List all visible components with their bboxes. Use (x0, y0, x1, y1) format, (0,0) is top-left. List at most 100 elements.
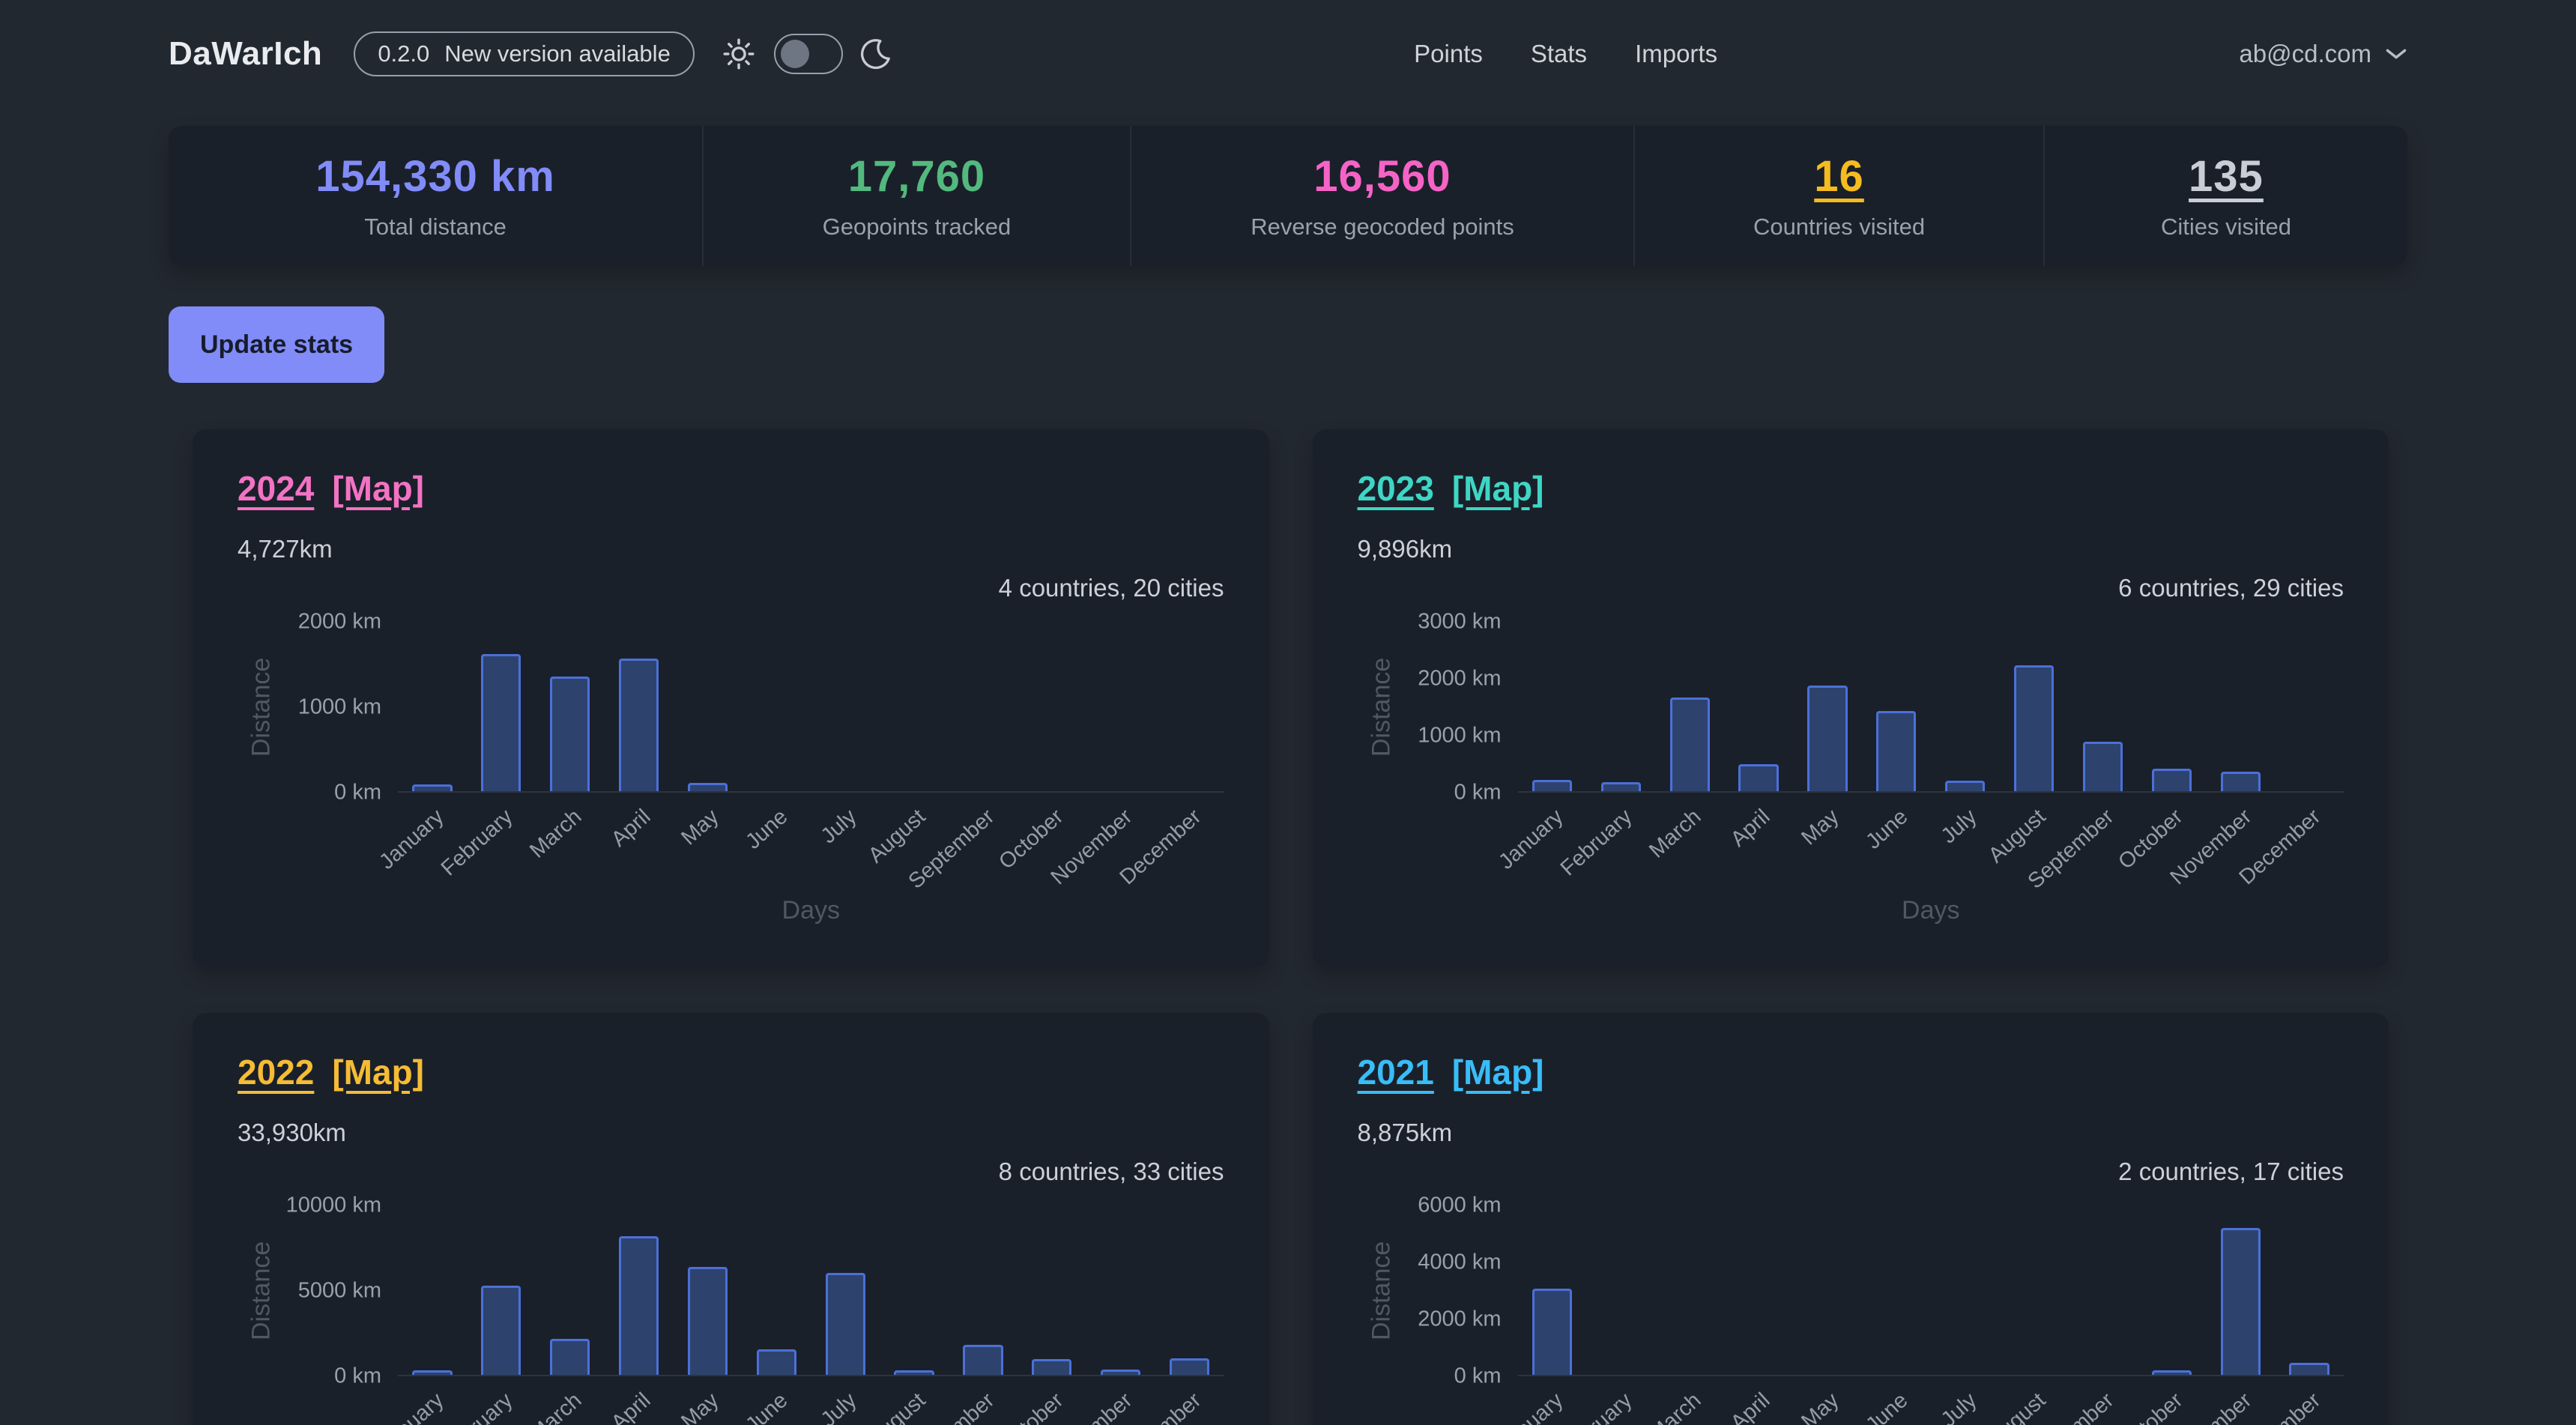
bar-slot (811, 1205, 880, 1375)
version-badge[interactable]: 0.2.0 New version available (354, 31, 695, 76)
distance-bar-chart-2024: Distance2000 km1000 km0 kmJanuaryFebruar… (238, 622, 1224, 925)
stat-label: Total distance (364, 214, 507, 240)
y-axis-title: Distance (1358, 1205, 1406, 1376)
x-tick-label: May (1797, 805, 1844, 850)
year-cards-grid: 2024 [Map] 4,727km 4 countries, 20 cities Di… (193, 429, 2389, 1425)
x-axis-ticks: JanuaryFebruaryMarchAprilMayJuneJulyAugu… (1518, 1376, 2344, 1425)
card-summary: 4 countries, 20 cities (238, 574, 1224, 602)
bar-slot (2000, 1205, 2069, 1375)
year-card-2024: 2024 [Map] 4,727km 4 countries, 20 cities Di… (193, 429, 1269, 967)
bar (619, 659, 659, 790)
x-axis-title: Days (398, 890, 1224, 925)
bar-slot (605, 622, 674, 791)
map-link-2021[interactable]: [Map] (1452, 1053, 1544, 1092)
x-axis-ticks: JanuaryFebruaryMarchAprilMayJuneJulyAugu… (398, 1376, 1224, 1425)
main-nav: Points Stats Imports (1414, 40, 1717, 68)
x-axis-ticks: JanuaryFebruaryMarchAprilMayJuneJulyAugu… (1518, 793, 2344, 890)
bar-slot (1655, 622, 1724, 791)
bar-slot (1155, 1205, 1224, 1375)
y-tick-label: 0 km (1454, 1364, 1502, 1388)
stat-value[interactable]: 135 (2189, 151, 2264, 202)
x-tick-label: August (864, 805, 931, 868)
bar-slot (1018, 1205, 1086, 1375)
app-logo[interactable]: DaWarIch (169, 35, 322, 73)
bar-slot (949, 622, 1018, 791)
y-axis-ticks: 2000 km1000 km0 km (285, 622, 398, 793)
nav-link-stats[interactable]: Stats (1531, 40, 1587, 68)
year-link-2024[interactable]: 2024 (238, 470, 314, 508)
bar (550, 677, 590, 791)
y-tick-label: 4000 km (1418, 1250, 1501, 1274)
bar-slot (742, 1205, 811, 1375)
card-distance: 9,896km (1358, 535, 2344, 563)
x-tick-label: February (437, 805, 518, 881)
x-tick-label: October (994, 1388, 1068, 1425)
theme-toggle-knob (781, 40, 809, 68)
chart-plot-area (398, 622, 1224, 793)
bar (1738, 764, 1778, 790)
map-link-2023[interactable]: [Map] (1452, 470, 1544, 508)
nav-link-imports[interactable]: Imports (1635, 40, 1717, 68)
bar-slot (1931, 1205, 2000, 1375)
distance-bar-chart-2022: Distance10000 km5000 km0 kmJanuaryFebrua… (238, 1205, 1224, 1425)
x-tick-label: August (1983, 1388, 2050, 1425)
update-stats-button[interactable]: Update stats (169, 306, 384, 383)
bar-slot (742, 622, 811, 791)
year-card-2021: 2021 [Map] 8,875km 2 countries, 17 cities Di… (1313, 1013, 2389, 1425)
bar-slot (1155, 622, 1224, 791)
y-tick-label: 0 km (334, 780, 381, 805)
bar (1601, 782, 1641, 791)
x-tick-label: April (1726, 1388, 1775, 1425)
chart-plot-area (1518, 622, 2344, 793)
map-link-2024[interactable]: [Map] (332, 470, 424, 508)
bar-slot (811, 622, 880, 791)
bar (1807, 686, 1847, 791)
bar-slot (467, 1205, 536, 1375)
card-heading: 2024 [Map] (238, 470, 1224, 508)
bar (2014, 665, 2054, 791)
bar-slot (605, 1205, 674, 1375)
bar-slot (1862, 622, 1931, 791)
bar (1170, 1358, 1209, 1374)
x-tick-label: July (1936, 805, 1981, 849)
x-tick-label: August (864, 1388, 931, 1425)
x-tick-label: June (742, 1388, 793, 1425)
top-nav: DaWarIch 0.2.0 New version available Poi… (0, 0, 2576, 87)
year-link-2023[interactable]: 2023 (1358, 470, 1434, 508)
bar (550, 1339, 590, 1374)
bar (619, 1236, 659, 1374)
bar-slot (1018, 622, 1086, 791)
bar (412, 784, 452, 791)
x-tick-label: May (677, 805, 725, 850)
year-card-2022: 2022[Map]33,930km8 countries, 33 citiesD… (193, 1013, 1269, 1425)
stat-cell-geopoints-tracked: 17,760Geopoints tracked (704, 126, 1131, 266)
x-tick-label: March (525, 805, 587, 863)
bar (1876, 711, 1916, 791)
card-distance: 8,875km (1358, 1119, 2344, 1147)
chevron-down-icon (2385, 46, 2407, 61)
chart-plot-area (398, 1205, 1224, 1376)
card-heading: 2021 [Map] (1358, 1053, 2344, 1092)
card-heading: 2022 [Map] (238, 1053, 1224, 1092)
map-link-2022[interactable]: [Map] (332, 1053, 424, 1092)
theme-toggle[interactable] (774, 34, 843, 74)
card-distance: 4,727km (238, 535, 1224, 563)
user-email: ab@cd.com (2239, 40, 2371, 68)
stat-label: Cities visited (2161, 214, 2291, 240)
user-menu[interactable]: ab@cd.com (2239, 40, 2407, 68)
stat-value: 154,330 km (315, 151, 555, 202)
card-summary: 2 countries, 17 cities (1358, 1158, 2344, 1186)
x-tick-label: October (2114, 1388, 2189, 1425)
stat-value[interactable]: 16 (1814, 151, 1864, 202)
x-tick-label: March (525, 1388, 587, 1425)
year-link-2021[interactable]: 2021 (1358, 1053, 1434, 1092)
x-tick-label: May (677, 1388, 725, 1425)
x-tick-label: July (1936, 1388, 1981, 1425)
year-link-2022[interactable]: 2022 (238, 1053, 314, 1092)
stat-label: Geopoints tracked (823, 214, 1012, 240)
bar (2083, 742, 2123, 791)
stat-cell-cities-visited: 135 Cities visited (2045, 126, 2407, 266)
nav-link-points[interactable]: Points (1414, 40, 1483, 68)
y-axis-ticks: 6000 km4000 km2000 km0 km (1406, 1205, 1518, 1376)
stat-cell-countries-visited: 16Countries visited (1635, 126, 2045, 266)
